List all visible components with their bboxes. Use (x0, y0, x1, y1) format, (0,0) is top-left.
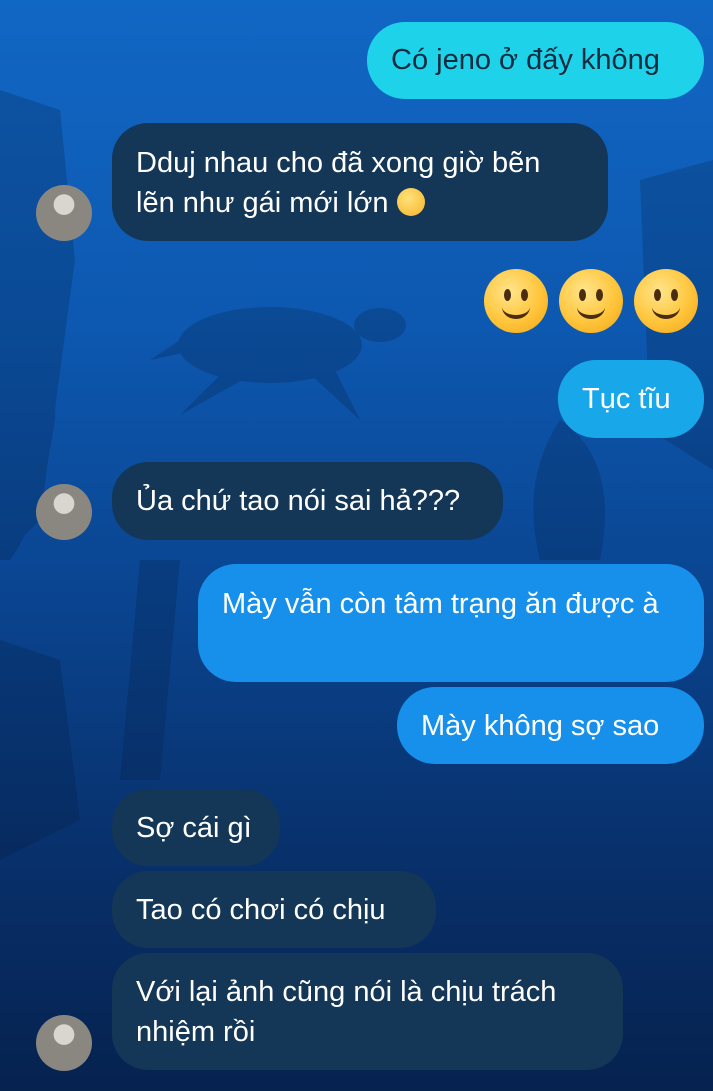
message-text: Mày vẫn còn tâm trạng ăn được à (222, 588, 659, 620)
message-text: Ủa chứ tao nói sai hả??? (136, 485, 461, 517)
message-text: Sợ cái gì (136, 812, 252, 844)
message-bubble-incoming[interactable]: Với lại ảnh cũng nói là chịu trách nhiệm… (112, 953, 623, 1070)
message-text: Tao có chơi có chịu (136, 894, 386, 926)
message-text: Mày không sợ sao (421, 710, 660, 742)
message-bubble-outgoing[interactable]: Có jeno ở đấy không (367, 22, 704, 99)
message-bubble-outgoing[interactable]: Mày không sợ sao (397, 687, 704, 764)
contact-avatar[interactable] (36, 185, 92, 241)
turtle-silhouette (150, 307, 406, 420)
slightly-smiling-face-icon[interactable] (634, 269, 698, 333)
message-text: Với lại ảnh cũng nói là chịu trách nhiệm… (136, 976, 557, 1048)
message-bubble-outgoing[interactable]: Tục tĩu (558, 360, 704, 438)
upside-down-face-icon (396, 188, 425, 216)
message-bubble-incoming[interactable]: Sợ cái gì (112, 789, 280, 866)
slightly-smiling-face-icon[interactable] (484, 269, 548, 333)
message-bubble-outgoing[interactable]: Mày vẫn còn tâm trạng ăn được à (198, 564, 704, 682)
message-bubble-incoming[interactable]: Tao có chơi có chịu (112, 871, 436, 948)
message-text: Tục tĩu (582, 383, 671, 415)
contact-avatar[interactable] (36, 1015, 92, 1071)
message-text: Có jeno ở đấy không (391, 44, 660, 76)
message-bubble-incoming[interactable]: Ủa chứ tao nói sai hả??? (112, 462, 503, 540)
message-bubble-incoming[interactable]: Dduj nhau cho đã xong giờ bẽn lẽn như gá… (112, 123, 608, 241)
slightly-smiling-face-icon[interactable] (559, 269, 623, 333)
contact-avatar[interactable] (36, 484, 92, 540)
message-text: Dduj nhau cho đã xong giờ bẽn lẽn như gá… (136, 147, 541, 219)
